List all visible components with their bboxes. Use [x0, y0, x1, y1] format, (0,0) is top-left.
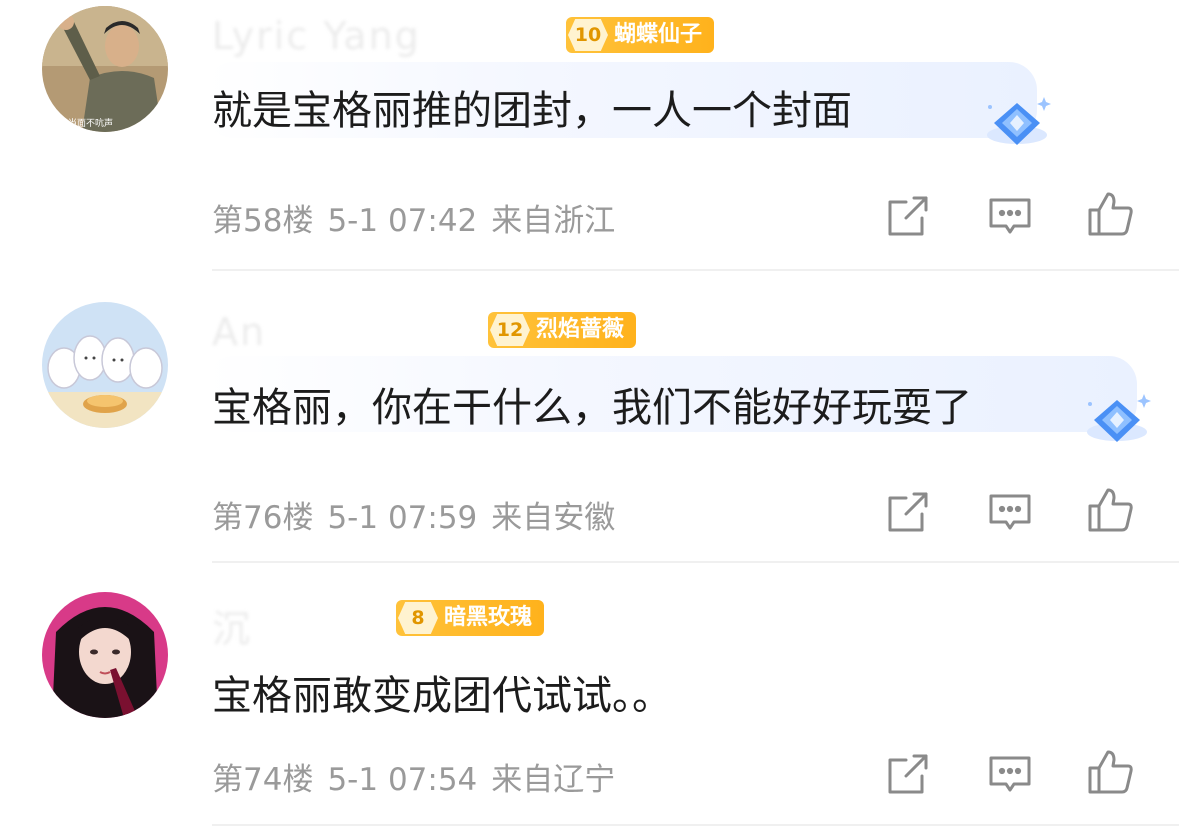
- comment-item: 当面不吭声 Lyric Yang 10 蝴蝶仙子 就是宝格丽推的团封，一人一个封…: [0, 0, 1179, 272]
- badge-name: 烈焰蔷薇: [536, 317, 625, 342]
- diamond-icon: [982, 95, 1052, 155]
- comment-meta: 第58楼 5-1 07:42 来自浙江: [212, 195, 629, 240]
- comment-icon: [989, 756, 1031, 792]
- avatar[interactable]: [42, 302, 168, 428]
- floor-number: 第74楼: [212, 762, 314, 798]
- comment-icon: [989, 198, 1031, 234]
- ip-location: 来自辽宁: [491, 762, 616, 798]
- fan-badge[interactable]: 12 烈焰蔷薇: [488, 312, 637, 348]
- comment-text[interactable]: 宝格丽敢变成团代试试。。: [212, 663, 672, 721]
- comment-meta: 第76楼 5-1 07:59 来自安徽: [212, 492, 629, 537]
- badge-level: 8: [398, 602, 438, 634]
- reply-button[interactable]: [986, 750, 1034, 798]
- thumbs-up-icon: [1088, 488, 1133, 532]
- divider: [212, 824, 1179, 826]
- divider: [212, 269, 1179, 271]
- post-time: 5-1 07:42: [327, 203, 478, 239]
- like-button[interactable]: [1086, 486, 1134, 534]
- reply-button[interactable]: [986, 488, 1034, 536]
- username[interactable]: Lyric Yang: [212, 14, 421, 58]
- share-icon: [888, 196, 928, 236]
- comment-icon: [989, 494, 1031, 530]
- floor-number: 第76楼: [212, 500, 314, 536]
- comment-item: An 12 烈焰蔷薇 宝格丽，你在干什么，我们不能好好玩耍了 第76楼 5-1 0…: [0, 272, 1179, 563]
- share-button[interactable]: [884, 750, 932, 798]
- share-icon: [888, 492, 928, 532]
- badge-level: 10: [568, 19, 608, 51]
- reply-button[interactable]: [986, 192, 1034, 240]
- avatar[interactable]: [42, 592, 168, 718]
- diamond-icon: [1082, 392, 1152, 452]
- comment-text[interactable]: 宝格丽，你在干什么，我们不能好好玩耍了: [212, 375, 972, 433]
- badge-name: 暗黑玫瑰: [444, 605, 533, 630]
- ip-location: 来自浙江: [491, 203, 616, 239]
- avatar-caption: 当面不吭声: [68, 119, 114, 129]
- ip-location: 来自安徽: [491, 500, 616, 536]
- comment-item: 沉 8 暗黑玫瑰 宝格丽敢变成团代试试。。 第74楼 5-1 07:54 来自辽宁: [0, 562, 1179, 827]
- username[interactable]: An: [212, 310, 266, 354]
- fan-badge[interactable]: 10 蝴蝶仙子: [566, 17, 715, 53]
- floor-number: 第58楼: [212, 203, 314, 239]
- share-button[interactable]: [884, 192, 932, 240]
- username[interactable]: 沉: [212, 598, 252, 653]
- comment-meta: 第74楼 5-1 07:54 来自辽宁: [212, 754, 629, 799]
- like-button[interactable]: [1086, 748, 1134, 796]
- like-button[interactable]: [1086, 190, 1134, 238]
- comment-text[interactable]: 就是宝格丽推的团封，一人一个封面: [212, 78, 852, 136]
- share-button[interactable]: [884, 488, 932, 536]
- thumbs-up-icon: [1088, 192, 1133, 236]
- fan-badge[interactable]: 8 暗黑玫瑰: [396, 600, 545, 636]
- badge-level: 12: [490, 314, 530, 346]
- share-icon: [888, 754, 928, 794]
- post-time: 5-1 07:59: [327, 500, 478, 536]
- avatar[interactable]: 当面不吭声: [42, 6, 168, 132]
- thumbs-up-icon: [1088, 750, 1133, 794]
- badge-name: 蝴蝶仙子: [614, 22, 703, 47]
- post-time: 5-1 07:54: [327, 762, 478, 798]
